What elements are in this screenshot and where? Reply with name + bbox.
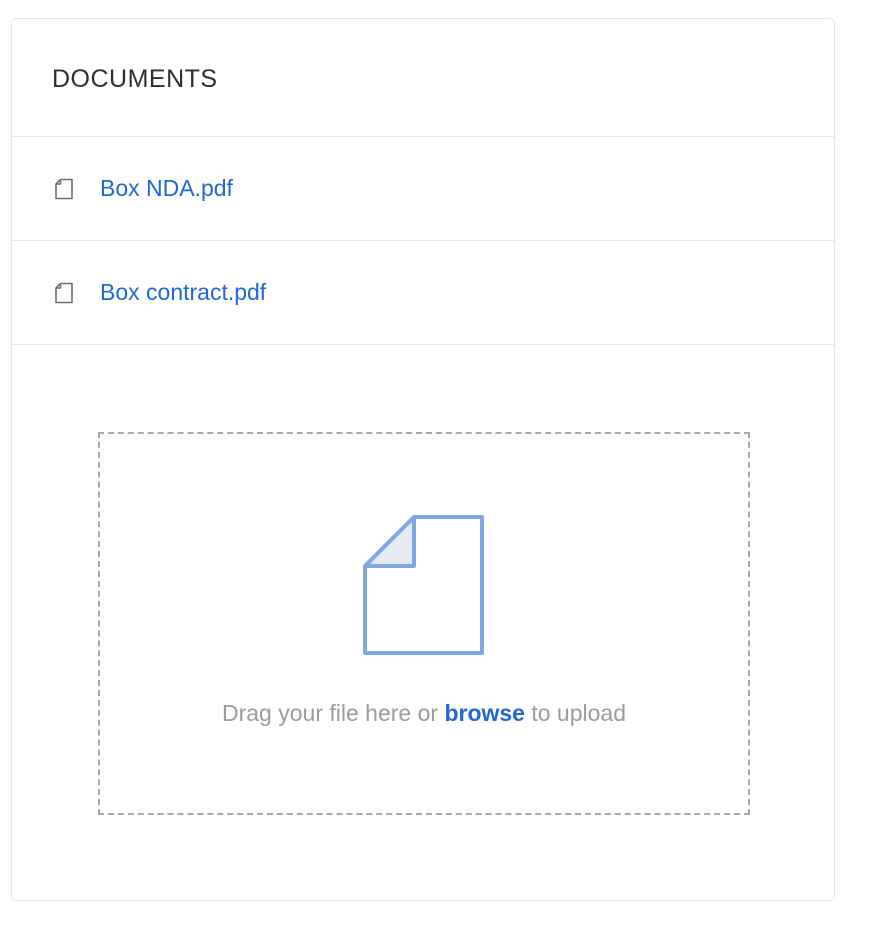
panel-title: DOCUMENTS <box>52 64 218 93</box>
document-row: Box contract.pdf <box>12 241 834 345</box>
document-row: Box NDA.pdf <box>12 137 834 241</box>
upload-text-before: Drag your file here or <box>222 700 445 726</box>
document-upload-icon <box>362 514 486 656</box>
document-link[interactable]: Box NDA.pdf <box>100 175 233 202</box>
documents-panel: DOCUMENTS Box NDA.pdf Box contract.pdf D… <box>11 18 835 901</box>
upload-area: Drag your file here or browse to upload <box>12 345 834 901</box>
browse-link[interactable]: browse <box>444 700 525 726</box>
file-dropzone[interactable]: Drag your file here or browse to upload <box>98 432 750 815</box>
upload-instructions: Drag your file here or browse to upload <box>100 700 748 727</box>
document-link[interactable]: Box contract.pdf <box>100 279 266 306</box>
panel-header: DOCUMENTS <box>12 19 834 137</box>
file-icon <box>53 281 75 305</box>
upload-text-after: to upload <box>524 700 626 726</box>
file-icon <box>53 177 75 201</box>
